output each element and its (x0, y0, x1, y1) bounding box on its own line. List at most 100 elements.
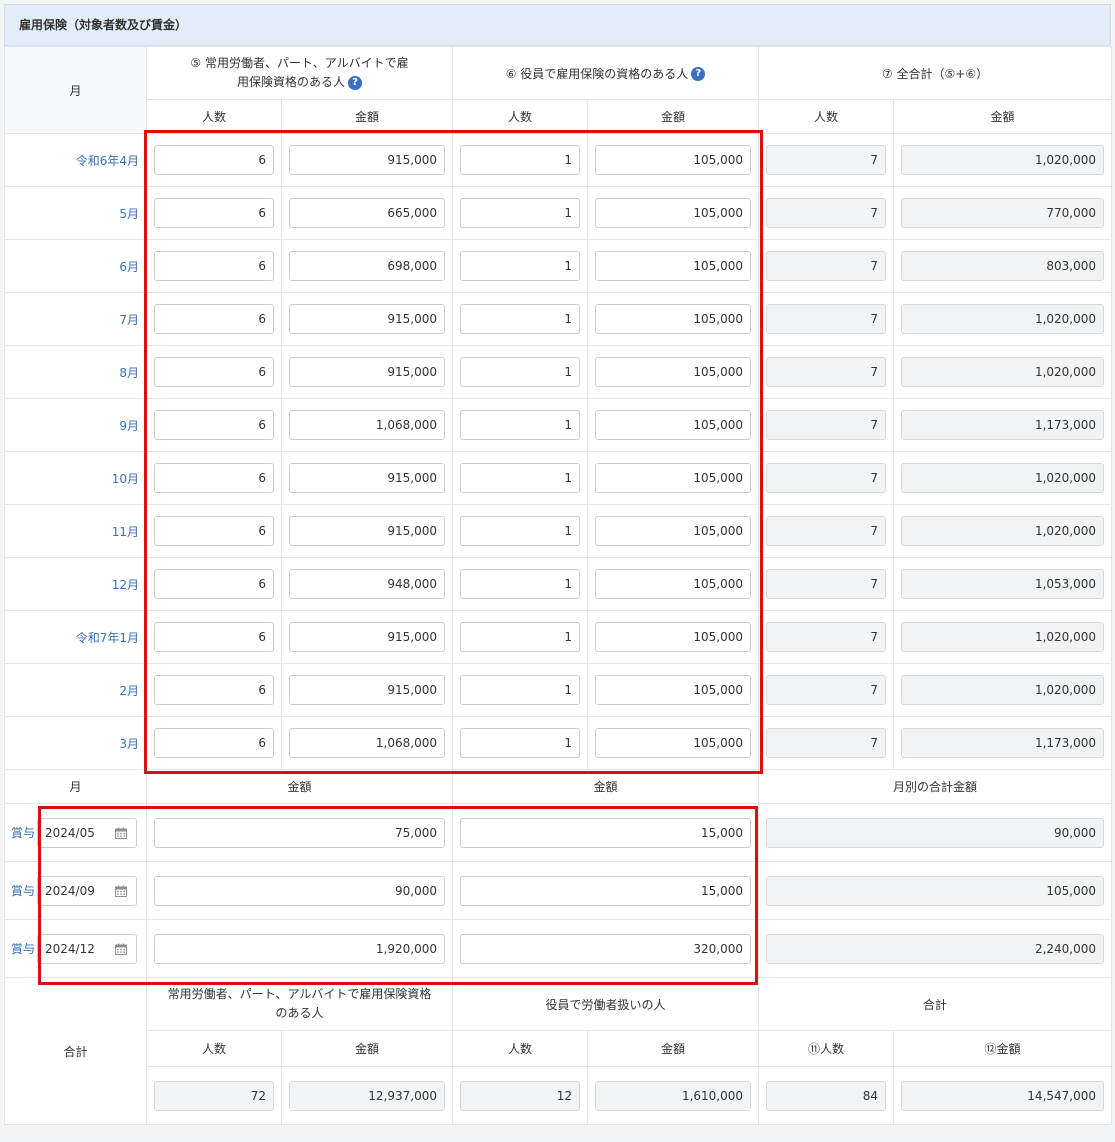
bonus-total: 2,240,000 (766, 933, 1105, 964)
count7-total: 7 (766, 728, 887, 758)
amount6-input[interactable]: 105,000 (595, 463, 752, 493)
employment-insurance-section: 雇用保険（対象者数及び賃金） 月 ⑤ 常用労働者、パート、アルバイトで雇用保険資… (4, 4, 1113, 1125)
calendar-icon[interactable] (115, 885, 128, 897)
bonus-amount6-input[interactable]: 15,000 (460, 875, 752, 906)
count5-input[interactable]: 6 (154, 463, 274, 493)
amount6-input[interactable]: 105,000 (595, 675, 752, 705)
count5-input[interactable]: 6 (154, 251, 274, 281)
header-amount: 金額 (281, 99, 453, 134)
count5-input[interactable]: 6 (154, 304, 274, 334)
count5-input[interactable]: 6 (154, 516, 274, 546)
amount5-input[interactable]: 665,000 (289, 198, 445, 228)
amount5-input[interactable]: 698,000 (289, 251, 445, 281)
totals-label: 合計 (4, 977, 147, 1125)
help-icon[interactable]: ? (691, 67, 706, 81)
month-label: 令和6年4月 (4, 133, 147, 187)
count6-input[interactable]: 1 (460, 410, 580, 440)
count6-input[interactable]: 1 (460, 357, 580, 387)
count6-input[interactable]: 1 (460, 728, 580, 758)
count7-total: 7 (766, 198, 887, 228)
bonus-amount6-input[interactable]: 15,000 (460, 817, 752, 848)
bonus-amount5-input[interactable]: 90,000 (154, 875, 445, 906)
bonus-date-input[interactable]: 2024/09 (37, 875, 138, 906)
table-row: 12月 6 948,000 1 105,000 7 1,053,000 (4, 557, 1113, 611)
count6-input[interactable]: 1 (460, 304, 580, 334)
amount5-input[interactable]: 915,000 (289, 304, 445, 334)
totals-group-workers: 常用労働者、パート、アルバイトで雇用保険資格のある人 (146, 977, 453, 1031)
count6-input[interactable]: 1 (460, 251, 580, 281)
table-row: 5月 6 665,000 1 105,000 7 770,000 (4, 186, 1113, 240)
bonus-label: 賞与 (11, 826, 36, 840)
amount6-input[interactable]: 105,000 (595, 410, 752, 440)
amount5-input[interactable]: 915,000 (289, 357, 445, 387)
amount6-input[interactable]: 105,000 (595, 198, 752, 228)
bonus-row: 賞与 2024/05 75,000 15,000 90,000 (4, 803, 1113, 862)
amount7-total: 1,020,000 (901, 516, 1105, 546)
table-row: 8月 6 915,000 1 105,000 7 1,020,000 (4, 345, 1113, 399)
bonus-date-value: 2024/09 (45, 883, 95, 898)
count5-input[interactable]: 6 (154, 622, 274, 652)
count5-input[interactable]: 6 (154, 410, 274, 440)
count6-input[interactable]: 1 (460, 675, 580, 705)
amount7-total: 1,020,000 (901, 463, 1105, 493)
count5-input[interactable]: 6 (154, 145, 274, 175)
amount6-input[interactable]: 105,000 (595, 251, 752, 281)
count5-input[interactable]: 6 (154, 675, 274, 705)
bonus-date-input[interactable]: 2024/12 (37, 933, 138, 964)
count6-input[interactable]: 1 (460, 145, 580, 175)
count7-total: 7 (766, 251, 887, 281)
header-month: 月 (4, 46, 147, 134)
amount5-input[interactable]: 915,000 (289, 516, 445, 546)
section-title: 雇用保険（対象者数及び賃金） (4, 4, 1111, 46)
amount5-input[interactable]: 948,000 (289, 569, 445, 599)
amount5-input[interactable]: 915,000 (289, 622, 445, 652)
count5-input[interactable]: 6 (154, 357, 274, 387)
amount6-input[interactable]: 105,000 (595, 516, 752, 546)
count6-input[interactable]: 1 (460, 198, 580, 228)
count5-input[interactable]: 6 (154, 569, 274, 599)
count6-input[interactable]: 1 (460, 622, 580, 652)
count6-input[interactable]: 1 (460, 516, 580, 546)
amount6-input[interactable]: 105,000 (595, 304, 752, 334)
count5-input[interactable]: 6 (154, 198, 274, 228)
bonus-amount5-input[interactable]: 75,000 (154, 817, 445, 848)
header-count: 人数 (758, 99, 895, 134)
totals-group-workers-label: 常用労働者、パート、アルバイトで雇用保険資格のある人 (167, 987, 432, 1020)
calendar-icon[interactable] (115, 827, 128, 839)
amount7-total: 1,020,000 (901, 675, 1105, 705)
table-row: 令和7年1月 6 915,000 1 105,000 7 1,020,000 (4, 610, 1113, 664)
amount5-input[interactable]: 1,068,000 (289, 728, 445, 758)
amount6-input[interactable]: 105,000 (595, 357, 752, 387)
count7-total: 7 (766, 675, 887, 705)
header-group7: ⑦ 全合計（⑤+⑥） (758, 46, 1113, 100)
month-label: 12月 (4, 557, 147, 611)
amount5-input[interactable]: 915,000 (289, 145, 445, 175)
table-row: 令和6年4月 6 915,000 1 105,000 7 1,020,000 (4, 133, 1113, 187)
bonus-date-input[interactable]: 2024/05 (37, 817, 138, 848)
help-icon[interactable]: ? (348, 75, 362, 90)
amount5-input[interactable]: 915,000 (289, 463, 445, 493)
bonus-amount5-input[interactable]: 1,920,000 (154, 933, 445, 964)
amount5-input[interactable]: 1,068,000 (289, 410, 445, 440)
count7-total: 7 (766, 569, 887, 599)
month-label: 3月 (4, 716, 147, 770)
header-amount: 金額 (893, 99, 1113, 134)
bonus-amount6-input[interactable]: 320,000 (460, 933, 752, 964)
amount6-input[interactable]: 105,000 (595, 145, 752, 175)
total-count6: 12 (460, 1080, 580, 1111)
bonus-label: 賞与 (11, 884, 36, 898)
header-count: 人数 (452, 99, 588, 134)
amount6-input[interactable]: 105,000 (595, 569, 752, 599)
amount6-input[interactable]: 105,000 (595, 622, 752, 652)
calendar-icon[interactable] (115, 943, 128, 955)
month-label: 令和7年1月 (4, 610, 147, 664)
bonus-date-value: 2024/12 (45, 941, 95, 956)
count6-input[interactable]: 1 (460, 463, 580, 493)
month-label: 11月 (4, 504, 147, 558)
bonus-row: 賞与 2024/09 90,000 15,000 105,000 (4, 861, 1113, 920)
amount6-input[interactable]: 105,000 (595, 728, 752, 758)
bonus-total: 105,000 (766, 875, 1105, 906)
count5-input[interactable]: 6 (154, 728, 274, 758)
amount5-input[interactable]: 915,000 (289, 675, 445, 705)
count6-input[interactable]: 1 (460, 569, 580, 599)
